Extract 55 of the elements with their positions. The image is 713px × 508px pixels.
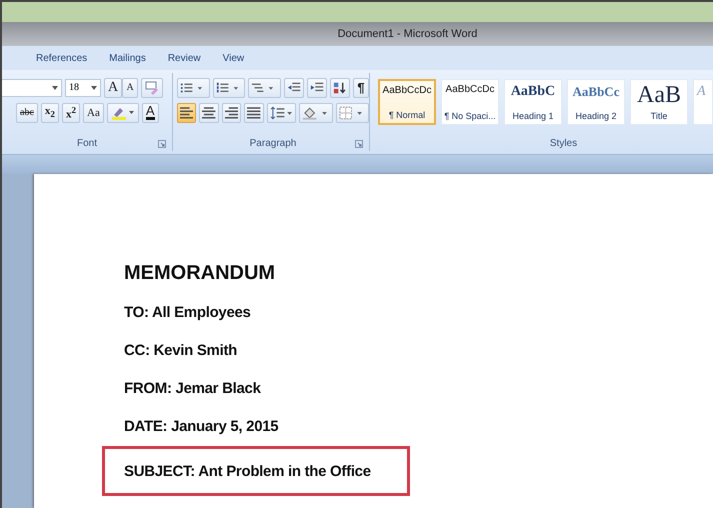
superscript-button[interactable]: x$^{2}$ — [62, 102, 80, 122]
change-case-button[interactable]: Aa — [83, 102, 104, 122]
dropdown-arrow-icon[interactable] — [91, 86, 97, 90]
style-option[interactable]: AaBbCcDc ¶ Normal — [378, 79, 436, 125]
highlighter-icon — [110, 106, 135, 120]
group-label: Paragraph — [250, 138, 296, 149]
memo-line: DATE: January 5, 2015 — [124, 416, 278, 436]
dropdown-arrow-icon[interactable] — [52, 86, 58, 90]
style-option[interactable]: AaBbCc Heading 2 — [567, 79, 625, 125]
align-icon — [180, 106, 194, 118]
ribbon-tab[interactable]: View — [212, 50, 254, 66]
bullets-button[interactable] — [177, 78, 210, 98]
highlight-button[interactable] — [106, 102, 139, 122]
align-button[interactable] — [244, 102, 264, 122]
sort-button[interactable] — [330, 78, 350, 98]
dialog-launcher-icon[interactable] — [158, 140, 166, 148]
memo-line: TO: All Employees — [124, 302, 251, 322]
subscript-button[interactable]: x$_{2}$ — [40, 102, 59, 122]
multilevel-list-button[interactable] — [248, 78, 281, 98]
dialog-launcher-icon[interactable] — [355, 140, 363, 148]
align-icon — [247, 106, 261, 118]
ribbon-tab[interactable]: Review — [158, 50, 211, 66]
grow-font-button[interactable]: A — [104, 78, 122, 98]
align-button[interactable] — [199, 102, 219, 122]
group-label: Styles — [550, 138, 578, 149]
memo-line: FROM: Jemar Black — [124, 378, 261, 398]
strikethrough-button[interactable]: abc — [16, 102, 38, 122]
decrease-indent-button[interactable] — [284, 78, 304, 98]
eraser-icon — [145, 80, 160, 94]
ribbon-tab[interactable]: References — [26, 50, 98, 66]
line-spacing-button[interactable] — [266, 102, 296, 122]
line-spacing-icon — [270, 106, 293, 120]
align-icon — [224, 106, 238, 118]
shrink-font-button[interactable]: A — [122, 78, 138, 98]
numbering-button[interactable] — [212, 78, 246, 98]
font-name-field[interactable] — [2, 78, 62, 96]
font-size-field[interactable]: 18 — [65, 78, 101, 96]
memo-heading: MEMORANDUM — [124, 262, 276, 285]
style-option[interactable]: AaBbCcDc ¶ No Spaci... — [441, 79, 499, 125]
memo-line: CC: Kevin Smith — [124, 340, 238, 360]
shading-button[interactable] — [298, 102, 334, 122]
sort-icon — [332, 80, 347, 94]
align-button[interactable] — [177, 102, 196, 122]
ribbon-tab[interactable]: Mailings — [99, 50, 156, 66]
clear-formatting-button[interactable] — [141, 78, 164, 98]
group-label: Font — [76, 138, 97, 149]
style-option[interactable]: AaB Title — [630, 79, 688, 125]
align-button[interactable] — [222, 102, 242, 122]
align-icon — [202, 106, 216, 118]
borders-button[interactable] — [336, 102, 369, 122]
style-option[interactable]: AaBbC Heading 1 — [504, 79, 562, 125]
font-color-button[interactable]: A — [142, 102, 159, 122]
increase-indent-button[interactable] — [306, 78, 327, 98]
window-title: Document1 - Microsoft Word — [338, 28, 478, 40]
show-marks-button[interactable]: ¶ — [352, 78, 369, 98]
